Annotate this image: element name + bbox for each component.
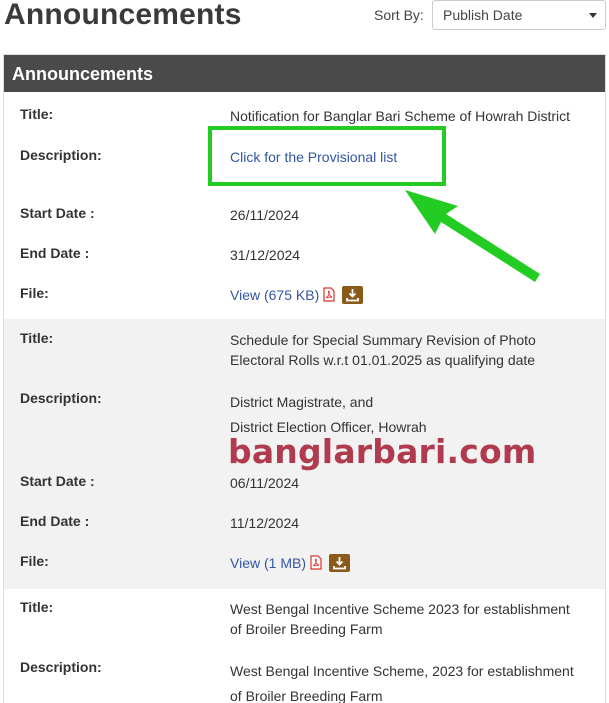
download-icon[interactable] [342, 286, 364, 304]
announcement-description: District Magistrate, and District Electio… [230, 394, 427, 435]
sort-by-value: Publish Date [443, 7, 523, 23]
announcement-title: West Bengal Incentive Scheme 2023 for es… [230, 601, 570, 637]
start-date-label: Start Date : [20, 473, 95, 489]
start-date-value: 06/11/2024 [230, 475, 300, 491]
view-file-link[interactable]: View (675 KB) [230, 287, 319, 303]
title-label: Title: [20, 106, 54, 122]
end-date-label: End Date : [20, 513, 90, 529]
sort-by-select[interactable]: Publish Date [432, 0, 606, 30]
end-date-value: 31/12/2024 [230, 247, 301, 263]
download-icon[interactable] [328, 554, 350, 572]
description-label: Description: [20, 147, 102, 163]
provisional-list-link[interactable]: Click for the Provisional list [230, 149, 397, 165]
panel-title: Announcements [4, 55, 605, 92]
end-date-label: End Date : [20, 245, 90, 261]
announcement-item-1: Title: Notification for Banglar Bari Sch… [4, 92, 605, 319]
start-date-value: 26/11/2024 [230, 207, 300, 223]
announcement-title: Notification for Banglar Bari Scheme of … [230, 108, 571, 124]
title-label: Title: [20, 599, 54, 615]
description-label: Description: [20, 390, 102, 406]
announcements-panel: Announcements Title: Notification for Ba… [3, 54, 606, 703]
view-file-link[interactable]: View (1 MB) [230, 555, 306, 571]
pdf-icon[interactable] [323, 287, 335, 302]
announcement-description: West Bengal Incentive Scheme, 2023 for e… [230, 663, 574, 703]
end-date-value: 11/12/2024 [230, 515, 300, 531]
pdf-icon[interactable] [310, 555, 322, 570]
file-label: File: [20, 285, 49, 301]
description-label: Description: [20, 659, 102, 675]
announcement-item-3: Title: West Bengal Incentive Scheme 2023… [4, 589, 605, 703]
caret-down-icon [589, 13, 597, 18]
announcement-item-2: Title: Schedule for Special Summary Revi… [4, 319, 605, 589]
sort-by-label: Sort By: [374, 7, 424, 23]
announcement-title: Schedule for Special Summary Revision of… [230, 332, 536, 368]
title-label: Title: [20, 330, 54, 346]
page-title: Announcements [4, 0, 242, 31]
start-date-label: Start Date : [20, 205, 95, 221]
file-label: File: [20, 553, 49, 569]
